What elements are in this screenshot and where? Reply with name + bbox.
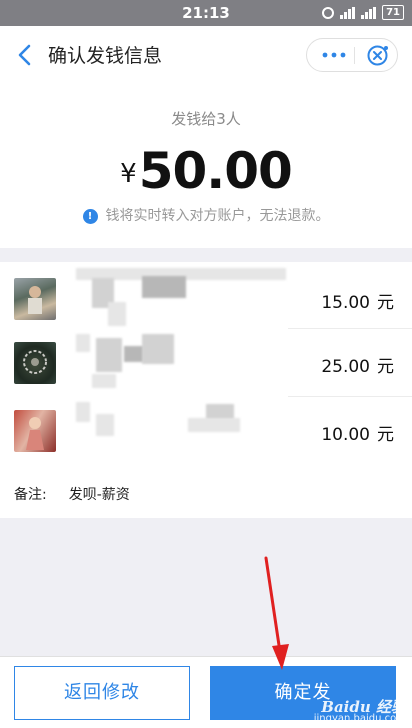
- recipient-list: 15.00 元 25.00 元 10.00 元 备注: 发呗-薪资: [0, 262, 412, 518]
- notice-text: 钱将实时转入对方账户，无法退款。: [105, 208, 330, 224]
- amount-unit: 元: [377, 293, 394, 313]
- status-bar: 21:13 71: [0, 0, 412, 26]
- back-to-edit-button[interactable]: 返回修改: [14, 666, 190, 720]
- page-title: 确认发钱信息: [48, 45, 163, 67]
- recipient-row: 15.00 元: [0, 266, 412, 332]
- blurred-name: [96, 338, 122, 372]
- watermark-logo: Baidu 经验: [321, 698, 406, 716]
- payment-summary: 发钱给3人 ¥50.00 ! 钱将实时转入对方账户，无法退款。: [0, 84, 412, 248]
- memo-label: 备注:: [14, 487, 47, 503]
- more-icon[interactable]: [319, 46, 349, 64]
- blurred-name: [142, 276, 186, 298]
- row-divider: [288, 328, 412, 329]
- memo-value: 发呗-薪资: [68, 487, 130, 503]
- refund-notice: ! 钱将实时转入对方账户，无法退款。: [0, 205, 412, 225]
- battery-icon: 71: [382, 5, 404, 20]
- nav-bar: 确认发钱信息: [0, 26, 412, 84]
- blurred-name: [142, 334, 174, 364]
- avatar: [14, 410, 56, 452]
- watermark-url: jingyan.baidu.com: [313, 713, 406, 724]
- mini-program-capsule: [306, 38, 398, 72]
- amount-unit: 元: [377, 425, 394, 445]
- signal-icon: [340, 6, 356, 19]
- recipient-row: 10.00 元: [0, 398, 412, 464]
- recipient-row: 25.00 元: [0, 330, 412, 396]
- chevron-left-icon[interactable]: [14, 42, 36, 68]
- avatar: [14, 342, 56, 384]
- blurred-name: [76, 334, 90, 352]
- amount-value: 15.00: [321, 293, 370, 313]
- info-icon: !: [82, 209, 98, 224]
- amount-unit: 元: [377, 357, 394, 377]
- amount-value: 25.00: [321, 357, 370, 377]
- alarm-icon: [322, 6, 335, 19]
- blurred-name: [96, 414, 114, 436]
- memo: 备注: 发呗-薪资: [14, 484, 130, 504]
- recipient-count: 发钱给3人: [171, 110, 241, 128]
- currency-symbol: ¥: [120, 159, 137, 189]
- status-icons: 71: [322, 5, 404, 20]
- watermark: Baidu 经验 jingyan.baidu.com: [313, 698, 406, 725]
- amount-value: 50.00: [138, 142, 293, 200]
- close-icon[interactable]: [366, 44, 389, 67]
- amount-value: 10.00: [321, 425, 370, 445]
- recipient-amount: 10.00 元: [321, 420, 394, 445]
- blurred-name: [124, 346, 144, 362]
- recipient-amount: 15.00 元: [321, 288, 394, 313]
- row-divider: [288, 396, 412, 397]
- capsule-divider: [354, 47, 355, 64]
- bottom-action-bar: 返回修改 确定发 Baidu 经验 jingyan.baidu.com: [0, 656, 412, 728]
- blurred-account: [188, 418, 240, 432]
- signal-icon-2: [361, 6, 377, 19]
- avatar: [14, 278, 56, 320]
- blurred-name: [76, 402, 90, 422]
- recipient-amount: 25.00 元: [321, 352, 394, 377]
- blurred-account: [108, 302, 126, 326]
- total-amount: ¥50.00: [0, 142, 412, 200]
- blurred-account: [92, 374, 116, 388]
